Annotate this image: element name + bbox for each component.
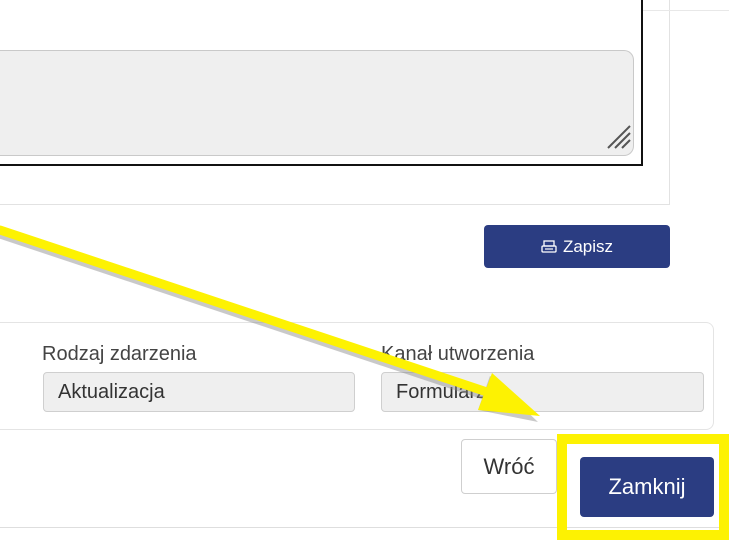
close-button[interactable]: Zamknij <box>580 457 714 517</box>
resize-grip-icon[interactable] <box>602 120 632 150</box>
event-type-field: Aktualizacja <box>43 372 355 412</box>
save-button-label: Zapisz <box>562 236 614 256</box>
save-button[interactable]: Zapisz <box>484 225 670 268</box>
back-button[interactable]: Wróć <box>461 439 557 494</box>
event-type-label: Rodzaj zdarzenia <box>42 343 197 365</box>
printer-icon <box>541 239 557 253</box>
creation-channel-field: Formularz <box>381 372 704 412</box>
comment-textarea[interactable] <box>0 50 634 156</box>
creation-channel-label: Kanał utworzenia <box>381 343 535 365</box>
